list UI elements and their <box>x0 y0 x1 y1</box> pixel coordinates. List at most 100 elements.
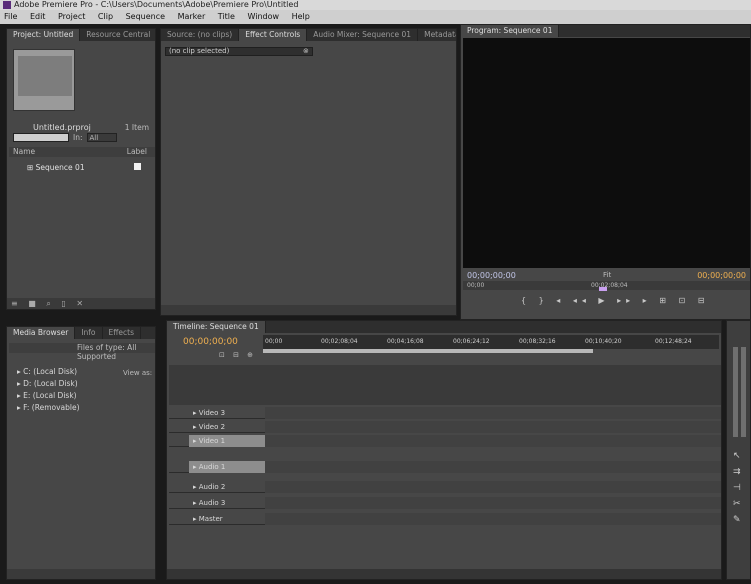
files-of-type-select[interactable]: Files of type: All Supported <box>77 343 155 361</box>
timeline-ruler[interactable]: 00;00 00;02;08;04 00;04;16;08 00;06;24;1… <box>263 335 719 349</box>
track-master: ▸ Master <box>169 513 721 525</box>
track-header[interactable]: ▸ Audio 1 <box>189 461 265 473</box>
timeline-timecode[interactable]: 00;00;00;00 <box>183 337 238 347</box>
timeline-scrollbar[interactable] <box>167 569 721 579</box>
tab-info[interactable]: Info <box>75 327 103 339</box>
menu-file[interactable]: File <box>4 12 17 21</box>
premiere-app-icon <box>3 1 11 9</box>
track-header[interactable]: ▸ Master <box>189 513 265 525</box>
view-as-label[interactable]: View as: <box>123 369 152 377</box>
menu-marker[interactable]: Marker <box>178 12 206 21</box>
tab-source[interactable]: Source: (no clips) <box>161 29 240 41</box>
menu-title[interactable]: Title <box>218 12 235 21</box>
track-body[interactable] <box>265 513 721 525</box>
project-bottom-toolbar[interactable]: ≡ ■ ⌕ ▯ ✕ <box>7 298 155 309</box>
tab-metadata[interactable]: Metadata <box>418 29 456 41</box>
razor-tool-icon[interactable]: ✂ <box>733 499 741 509</box>
label-swatch <box>134 163 141 170</box>
tab-resource-central[interactable]: Resource Central <box>80 29 155 41</box>
source-panel: Source: (no clips) Effect Controls Audio… <box>160 28 457 316</box>
track-body[interactable] <box>265 407 721 419</box>
label-column[interactable]: Label <box>127 147 147 157</box>
ruler-tick-label: 00;06;24;12 <box>453 338 490 345</box>
window-titlebar: Adobe Premiere Pro - C:\Users\Documents\… <box>0 0 751 10</box>
ruler-mid: 00;02;08;04 <box>591 282 628 289</box>
track-header[interactable]: ▸ Video 3 <box>189 407 265 419</box>
timeline-zoom-bar[interactable] <box>263 349 593 353</box>
ruler-tick-label: 00;02;08;04 <box>321 338 358 345</box>
source-tabs: Source: (no clips) Effect Controls Audio… <box>161 29 456 41</box>
timeline-tabs: Timeline: Sequence 01 <box>167 321 721 333</box>
media-browser-panel: Media Browser Info Effects Files of type… <box>6 326 156 580</box>
tab-project[interactable]: Project: Untitled <box>7 29 81 41</box>
track-body[interactable] <box>265 421 721 433</box>
menu-bar: File Edit Project Clip Sequence Marker T… <box>0 10 751 24</box>
menu-help[interactable]: Help <box>292 12 310 21</box>
program-viewer[interactable] <box>463 38 750 268</box>
tab-audio-mixer[interactable]: Audio Mixer: Sequence 01 <box>307 29 419 41</box>
project-search-input[interactable] <box>13 133 69 142</box>
in-select[interactable]: All <box>86 133 117 142</box>
ruler-tick-label: 00;08;32;16 <box>519 338 556 345</box>
audio-meter-right <box>741 347 746 437</box>
project-item-sequence[interactable]: Sequence 01 <box>27 163 85 172</box>
project-thumbnail <box>13 49 75 111</box>
tab-media-browser[interactable]: Media Browser <box>7 327 76 339</box>
tab-effect-controls[interactable]: Effect Controls <box>239 29 308 41</box>
track-body[interactable] <box>265 435 721 447</box>
track-body[interactable] <box>265 481 721 493</box>
ruler-start: 00;00 <box>467 282 485 289</box>
menu-sequence[interactable]: Sequence <box>126 12 165 21</box>
drive-item[interactable]: F: (Removable) <box>17 403 79 412</box>
timeline-empty-area <box>169 365 721 405</box>
track-video-3: ▸ Video 3 <box>169 407 721 419</box>
item-count: 1 Item <box>124 123 149 132</box>
tab-timeline[interactable]: Timeline: Sequence 01 <box>167 321 266 333</box>
track-body[interactable] <box>265 461 721 473</box>
tab-program[interactable]: Program: Sequence 01 <box>461 25 560 37</box>
program-timecode-in[interactable]: 00;00;00;00 <box>467 271 516 280</box>
in-label: In: <box>73 133 83 142</box>
track-video-1: ▸ Video 1 <box>169 435 721 447</box>
close-icon[interactable]: ⊗ <box>303 47 309 55</box>
menu-clip[interactable]: Clip <box>98 12 113 21</box>
project-search-row: In: All <box>13 133 151 143</box>
track-select-tool-icon[interactable]: ⇉ <box>733 467 741 477</box>
transport-controls[interactable]: { } ◂ ◂◂ ▶ ▸▸ ▸ ⊞ ⊡ ⊟ <box>521 295 711 317</box>
track-video-2: ▸ Video 2 <box>169 421 721 433</box>
track-audio-2: ▸ Audio 2 <box>169 481 721 493</box>
track-header[interactable]: ▸ Audio 3 <box>189 497 265 509</box>
program-monitor: Program: Sequence 01 00;00;00;00 Fit 00;… <box>460 24 751 320</box>
pen-tool-icon[interactable]: ✎ <box>733 515 741 525</box>
no-clip-selected-chip: (no clip selected) <box>165 47 313 56</box>
track-body[interactable] <box>265 497 721 509</box>
project-panel: Project: Untitled Resource Central Untit… <box>6 28 156 310</box>
track-header[interactable]: ▸ Audio 2 <box>189 481 265 493</box>
menu-edit[interactable]: Edit <box>30 12 46 21</box>
name-column[interactable]: Name <box>13 147 35 156</box>
selection-tool-icon[interactable]: ↖ <box>733 451 741 461</box>
playhead-icon[interactable] <box>599 287 607 291</box>
zoom-fit-select[interactable]: Fit <box>603 271 611 279</box>
ripple-edit-tool-icon[interactable]: ⊣ <box>733 483 741 493</box>
window-title: Adobe Premiere Pro - C:\Users\Documents\… <box>14 0 299 9</box>
audio-meter-left <box>733 347 738 437</box>
track-audio-1: ▸ Audio 1 <box>169 461 721 473</box>
track-header[interactable]: ▸ Video 2 <box>189 421 265 433</box>
ruler-tick-label: 00;12;48;24 <box>655 338 692 345</box>
drive-item[interactable]: D: (Local Disk) <box>17 379 77 388</box>
menu-window[interactable]: Window <box>247 12 279 21</box>
drive-item[interactable]: C: (Local Disk) <box>17 367 77 376</box>
tab-effects[interactable]: Effects <box>103 327 142 339</box>
tools-and-meters-panel: ↖ ⇉ ⊣ ✂ ✎ <box>726 320 751 580</box>
media-tabs: Media Browser Info Effects <box>7 327 155 339</box>
drive-item[interactable]: E: (Local Disk) <box>17 391 76 400</box>
ruler-tick-label: 00;04;16;08 <box>387 338 424 345</box>
project-column-header: Name Label <box>9 147 155 157</box>
source-bottom-bar <box>161 305 456 315</box>
media-bottom-bar <box>7 569 155 579</box>
project-tabs: Project: Untitled Resource Central <box>7 29 155 41</box>
menu-project[interactable]: Project <box>58 12 85 21</box>
timeline-tools[interactable]: ⊡ ⊟ ⊕ <box>219 351 256 359</box>
track-header[interactable]: ▸ Video 1 <box>189 435 265 447</box>
